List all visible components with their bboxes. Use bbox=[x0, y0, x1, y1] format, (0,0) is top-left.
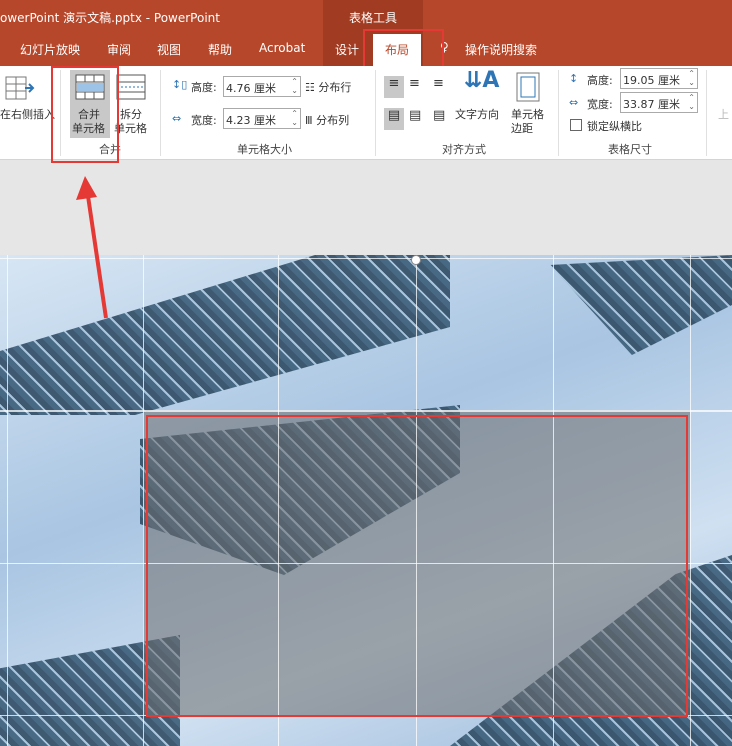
red-arrow-icon bbox=[76, 176, 108, 319]
